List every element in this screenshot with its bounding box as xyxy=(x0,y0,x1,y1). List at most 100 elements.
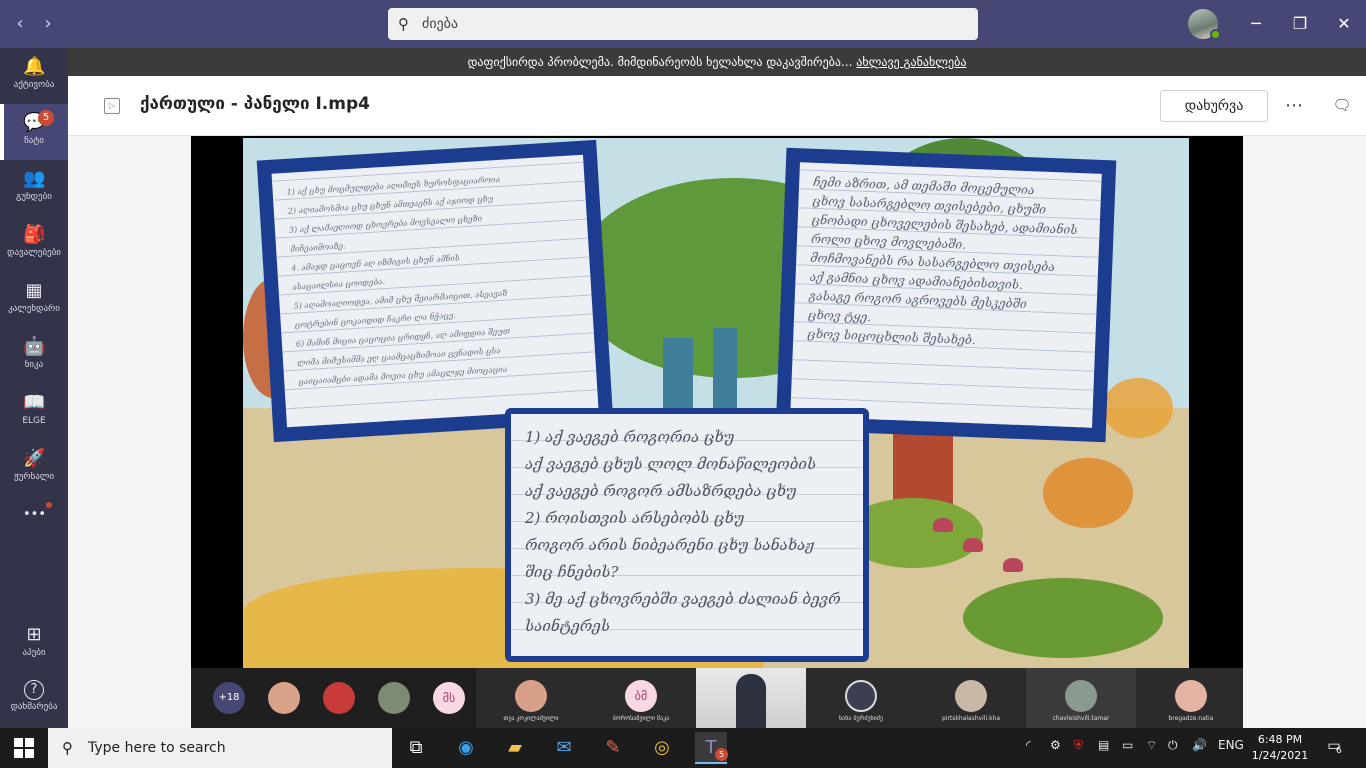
rail-label: დავალებები xyxy=(7,248,61,258)
participant-name: chavleishvili.tamar xyxy=(1052,715,1110,722)
avatar xyxy=(515,680,547,712)
security-icon[interactable]: ⛨ xyxy=(1074,738,1083,753)
conversation-icon[interactable]: 🗨 xyxy=(1332,96,1352,116)
participant-avatar-3[interactable] xyxy=(378,682,410,714)
language-indicator[interactable]: ENG xyxy=(1218,738,1244,752)
lined-paper: ჩემი აზრით, ამ თემაში მოცემულია ცხოვ სას… xyxy=(790,162,1102,428)
file-header: ▷ ქართული - პანელი I.mp4 დახურვა ⋯ 🗨 xyxy=(68,76,1366,136)
teams-taskbar-icon[interactable]: T 5 xyxy=(695,732,728,764)
handwritten-line: შიც ჩნების? xyxy=(525,563,619,581)
rail-label: აქტივობა xyxy=(13,80,55,90)
help-icon: ? xyxy=(24,680,44,700)
autumn-leaves xyxy=(1043,458,1133,528)
avatar xyxy=(955,680,987,712)
avatar xyxy=(845,680,877,712)
rail-label: ჟურნალი xyxy=(13,472,55,482)
nika-app-icon: 🤖 xyxy=(23,336,46,357)
presence-available-icon xyxy=(1210,29,1221,40)
rail-label: აპები xyxy=(22,648,46,658)
refresh-now-link[interactable]: ახლავე განახლება xyxy=(856,55,966,69)
participant-tile[interactable]: თეა კოკილაშვილი xyxy=(476,668,586,728)
paint-icon[interactable]: ✎ xyxy=(597,732,629,764)
search-icon: ⚲ xyxy=(62,739,73,757)
forward-arrow-icon[interactable]: › xyxy=(37,12,59,36)
lined-paper: 1) აქ ვაეგებ როგორია ცხუ აქ ვაეგებ ცხუს … xyxy=(511,414,863,656)
elge-app-icon: 📖 xyxy=(23,392,46,413)
participant-tile[interactable]: ნანა ბურძენიძე xyxy=(806,668,916,728)
participant-tile[interactable]: chavleishvili.tamar xyxy=(1026,668,1136,728)
chrome-icon[interactable]: ◎ xyxy=(646,732,678,764)
participant-video-tile[interactable] xyxy=(696,668,806,728)
rail-label: დახმარება xyxy=(10,702,58,712)
participant-tile[interactable]: bregadze.natia xyxy=(1136,668,1243,728)
search-input[interactable]: ⚲ ძიება xyxy=(388,8,978,40)
rail-item-elge[interactable]: 📖 ELGE xyxy=(0,384,68,440)
notification-dot xyxy=(46,502,52,508)
participant-avatar-1[interactable] xyxy=(268,682,300,714)
participant-tile[interactable]: pirtskhalashvili.kha xyxy=(916,668,1026,728)
participant-name: bregadze.natia xyxy=(1168,715,1214,722)
task-view-icon[interactable]: ⧉ xyxy=(400,732,432,764)
taskbar-search-input[interactable]: ⚲ Type here to search xyxy=(48,728,392,768)
mail-icon[interactable]: ✉ xyxy=(548,732,580,764)
windows-start-icon[interactable] xyxy=(14,738,34,758)
close-button[interactable]: დახურვა xyxy=(1160,90,1268,122)
homework-card-1: 1) აქ ცხუ მოცმულდება აღიმიეს ხუროსფაციარ… xyxy=(256,139,614,443)
app-rail: 🔔 აქტივობა 💬 5 ჩატი 👥 გუნდები 🎒 დავალებე… xyxy=(0,48,68,728)
rail-label: ELGE xyxy=(22,416,46,426)
rail-item-chat[interactable]: 💬 5 ჩატი xyxy=(0,104,68,160)
rail-item-help[interactable]: ? დახმარება xyxy=(0,672,68,728)
participant-name: ბოროსაშვილი მაკა xyxy=(612,715,670,722)
file-title: ქართული - პანელი I.mp4 xyxy=(140,94,370,114)
system-clock[interactable]: 6:48 PM 1/24/2021 xyxy=(1244,732,1316,764)
journal-icon: 🚀 xyxy=(23,448,46,469)
handwritten-line: როგორ არის ნიბეარენი ცხუ სანახაჟ xyxy=(525,536,815,554)
back-arrow-icon[interactable]: ‹ xyxy=(9,12,31,36)
participant-tile[interactable]: ბმ ბოროსაშვილი მაკა xyxy=(586,668,696,728)
network-icon[interactable]: ◜ xyxy=(1026,738,1031,752)
video-player[interactable]: 1) აქ ცხუ მოცმულდება აღიმიეს ხუროსფაციარ… xyxy=(191,136,1243,728)
power-icon[interactable]: ⏻ xyxy=(1168,738,1178,753)
assignments-icon: 🎒 xyxy=(23,224,46,245)
calendar-icon: ▦ xyxy=(25,280,43,301)
rail-item-nika[interactable]: 🤖 ნიკა xyxy=(0,328,68,384)
participant-avatar-2[interactable] xyxy=(323,682,355,714)
file-explorer-icon[interactable]: ▰ xyxy=(499,732,531,764)
rail-item-calendar[interactable]: ▦ კალენდარი xyxy=(0,272,68,328)
volume-icon[interactable]: 🔊 xyxy=(1192,738,1207,752)
rail-item-teams[interactable]: 👥 გუნდები xyxy=(0,160,68,216)
wifi-icon[interactable]: ⌔ xyxy=(1146,738,1157,753)
rail-label: ჩატი xyxy=(24,136,44,146)
rail-item-more-apps[interactable]: ••• xyxy=(0,496,68,552)
close-window-button[interactable]: ✕ xyxy=(1332,12,1356,36)
reconnect-banner: დაფიქსირდა პრობლემა. მიმდინარეობს ხელახლ… xyxy=(68,48,1366,76)
rail-item-activity[interactable]: 🔔 აქტივობა xyxy=(0,48,68,104)
notification-count: 6 xyxy=(1336,746,1342,756)
more-options-icon[interactable]: ⋯ xyxy=(1282,92,1306,120)
keyboard-icon[interactable]: ▤ xyxy=(1098,738,1109,752)
participant-video xyxy=(736,674,766,728)
minimize-button[interactable]: ─ xyxy=(1244,12,1268,36)
rail-item-journal[interactable]: 🚀 ჟურნალი xyxy=(0,440,68,496)
apps-icon: ⊞ xyxy=(26,624,42,645)
notification-center-icon[interactable]: ▭ 6 xyxy=(1324,738,1344,758)
more-participants-button[interactable]: +18 xyxy=(213,682,245,714)
edge-browser-icon[interactable]: ◉ xyxy=(450,732,482,764)
battery-icon[interactable]: ▭ xyxy=(1122,738,1133,752)
avatar xyxy=(1065,680,1097,712)
participant-initials-avatar[interactable]: მს xyxy=(433,682,465,714)
mushroom xyxy=(963,538,983,552)
rail-item-assignments[interactable]: 🎒 დავალებები xyxy=(0,216,68,272)
search-placeholder: ძიება xyxy=(422,16,459,32)
participant-strip: +18 მს თეა კოკილაშვილი ბმ ბოროსაშვილი მა… xyxy=(191,668,1243,728)
bluetooth-icon[interactable]: ⚙ xyxy=(1050,738,1061,752)
handwritten-line: აქ ვაეგებ როგორ ამსაზრდება ცხუ xyxy=(525,482,797,500)
mushroom xyxy=(933,518,953,532)
rail-label: ნიკა xyxy=(24,360,44,370)
maximize-button[interactable]: ❐ xyxy=(1288,12,1312,36)
bell-icon: 🔔 xyxy=(23,56,46,77)
participant-name: თეა კოკილაშვილი xyxy=(503,715,559,722)
rail-item-apps[interactable]: ⊞ აპები xyxy=(0,616,68,672)
windows-taskbar: ⚲ Type here to search ⧉ ◉ ▰ ✉ ✎ ◎ T 5 ◜ … xyxy=(0,728,1366,768)
avatar xyxy=(1175,680,1207,712)
